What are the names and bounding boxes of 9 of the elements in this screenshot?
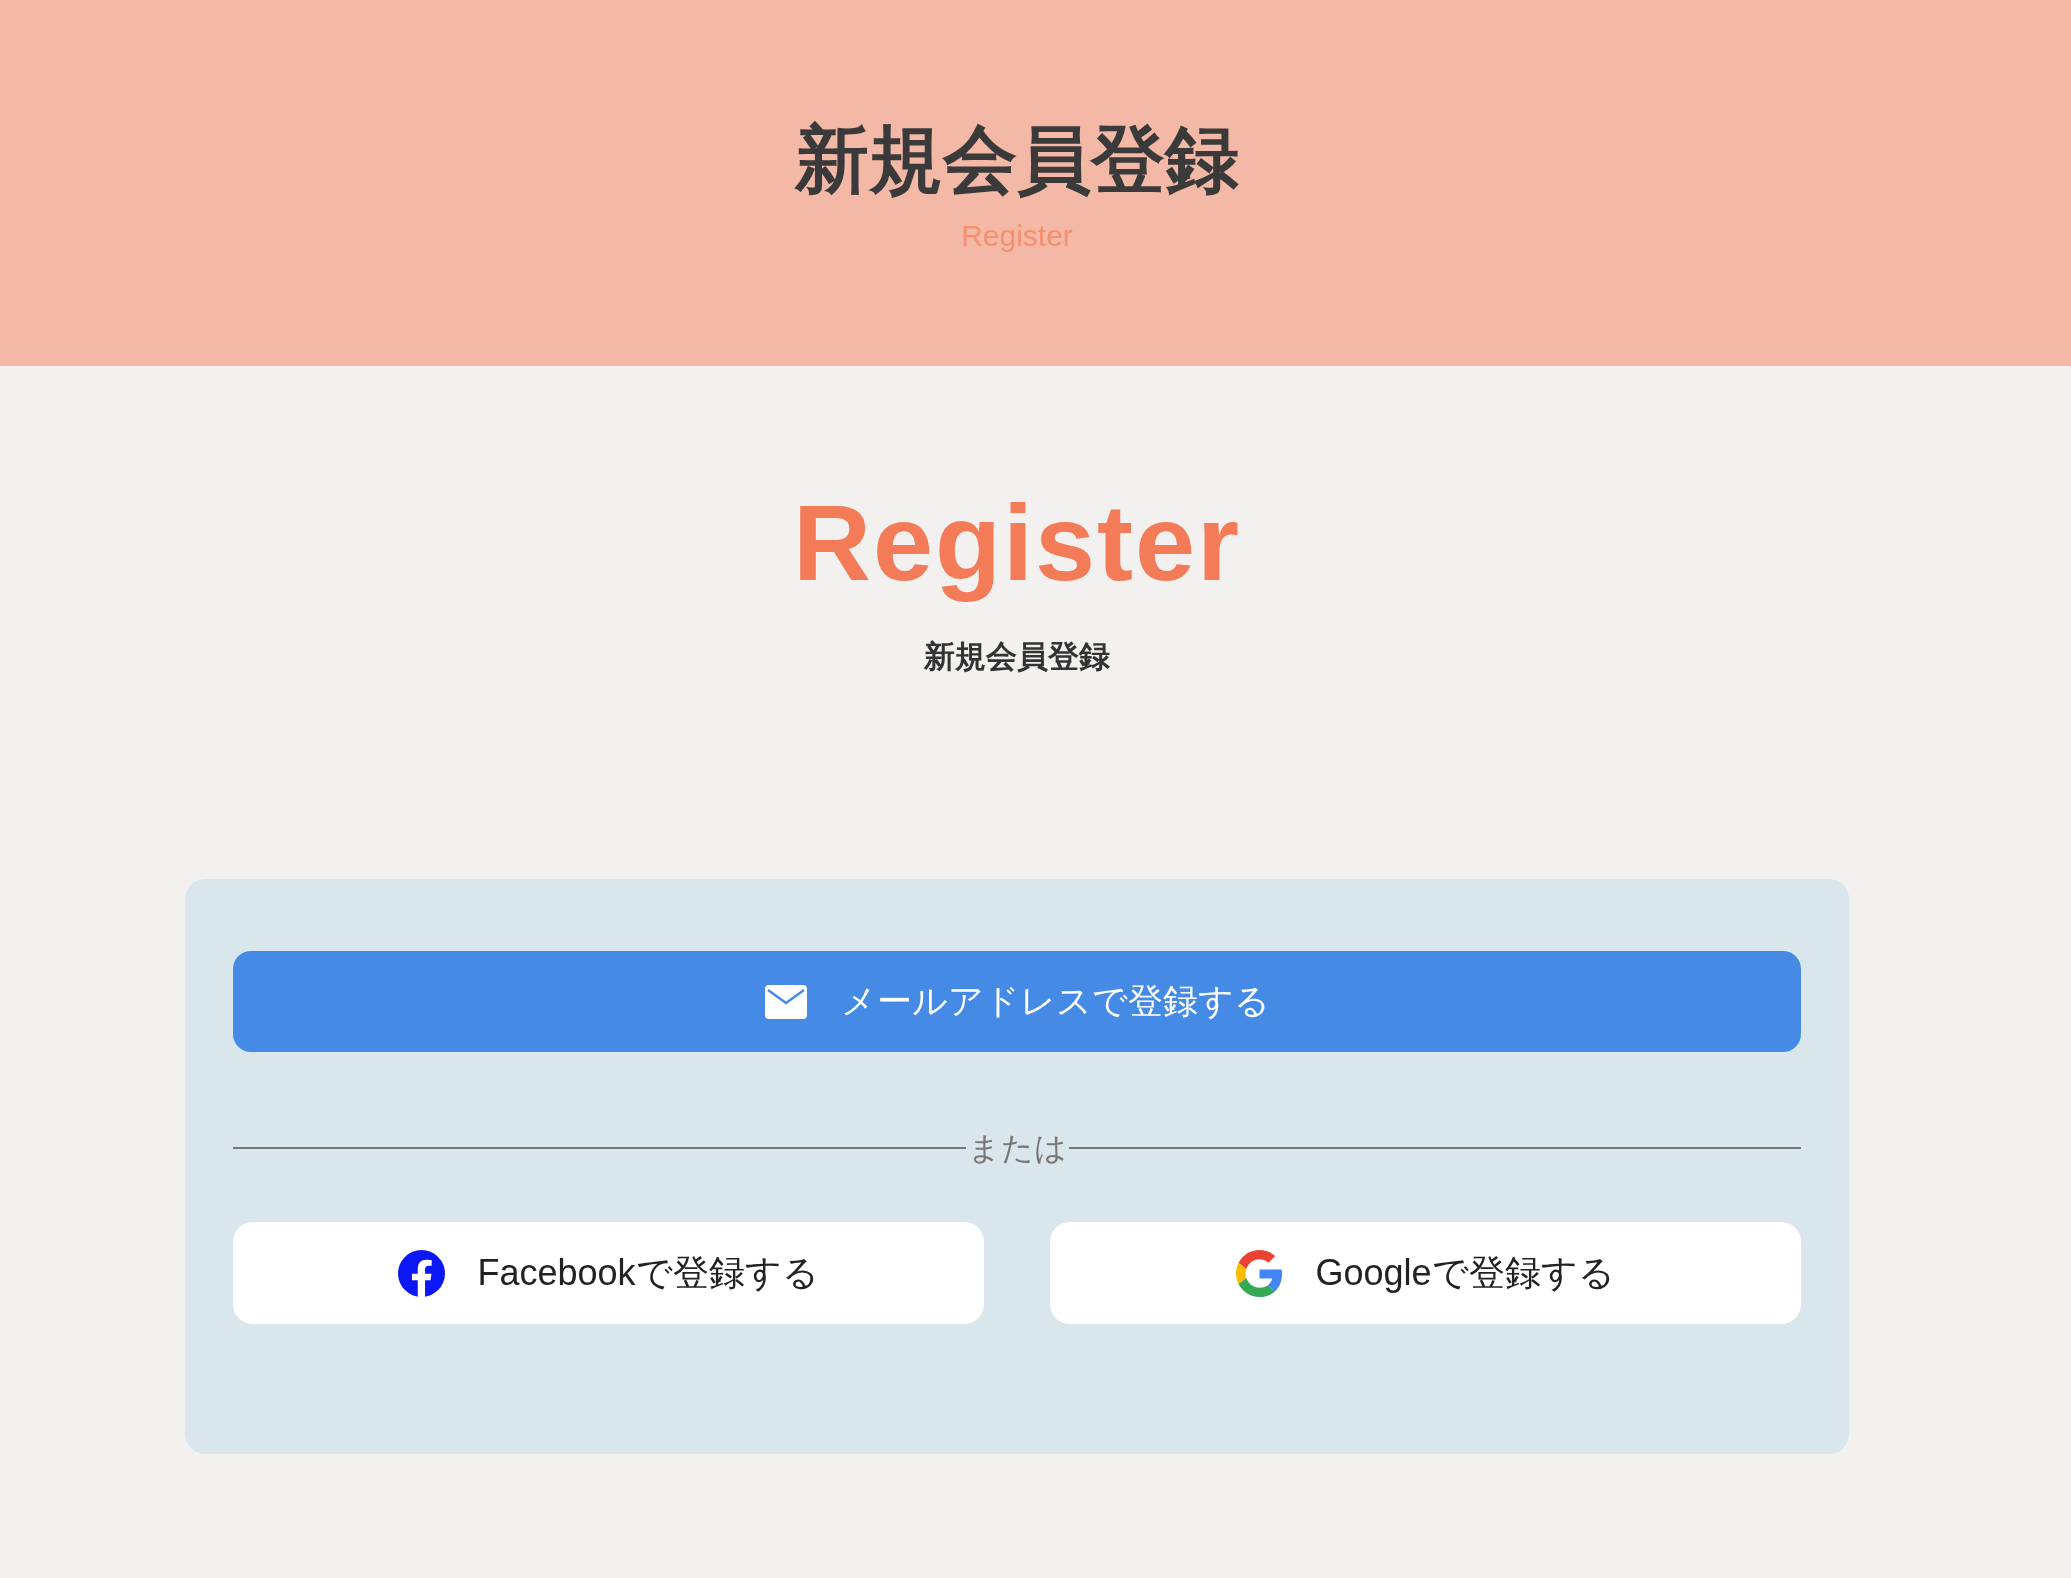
divider-label: または (966, 1129, 1068, 1168)
page-title: 新規会員登録 (795, 117, 1239, 203)
facebook-register-button[interactable]: Facebookで登録する (233, 1222, 984, 1324)
section-subtitle: 新規会員登録 (924, 638, 1110, 676)
envelope-icon (764, 984, 807, 1019)
section-title: Register (792, 481, 1242, 605)
facebook-logo-icon (398, 1249, 446, 1297)
google-register-button[interactable]: Googleで登録する (1050, 1222, 1801, 1324)
google-g-icon (1236, 1249, 1284, 1297)
